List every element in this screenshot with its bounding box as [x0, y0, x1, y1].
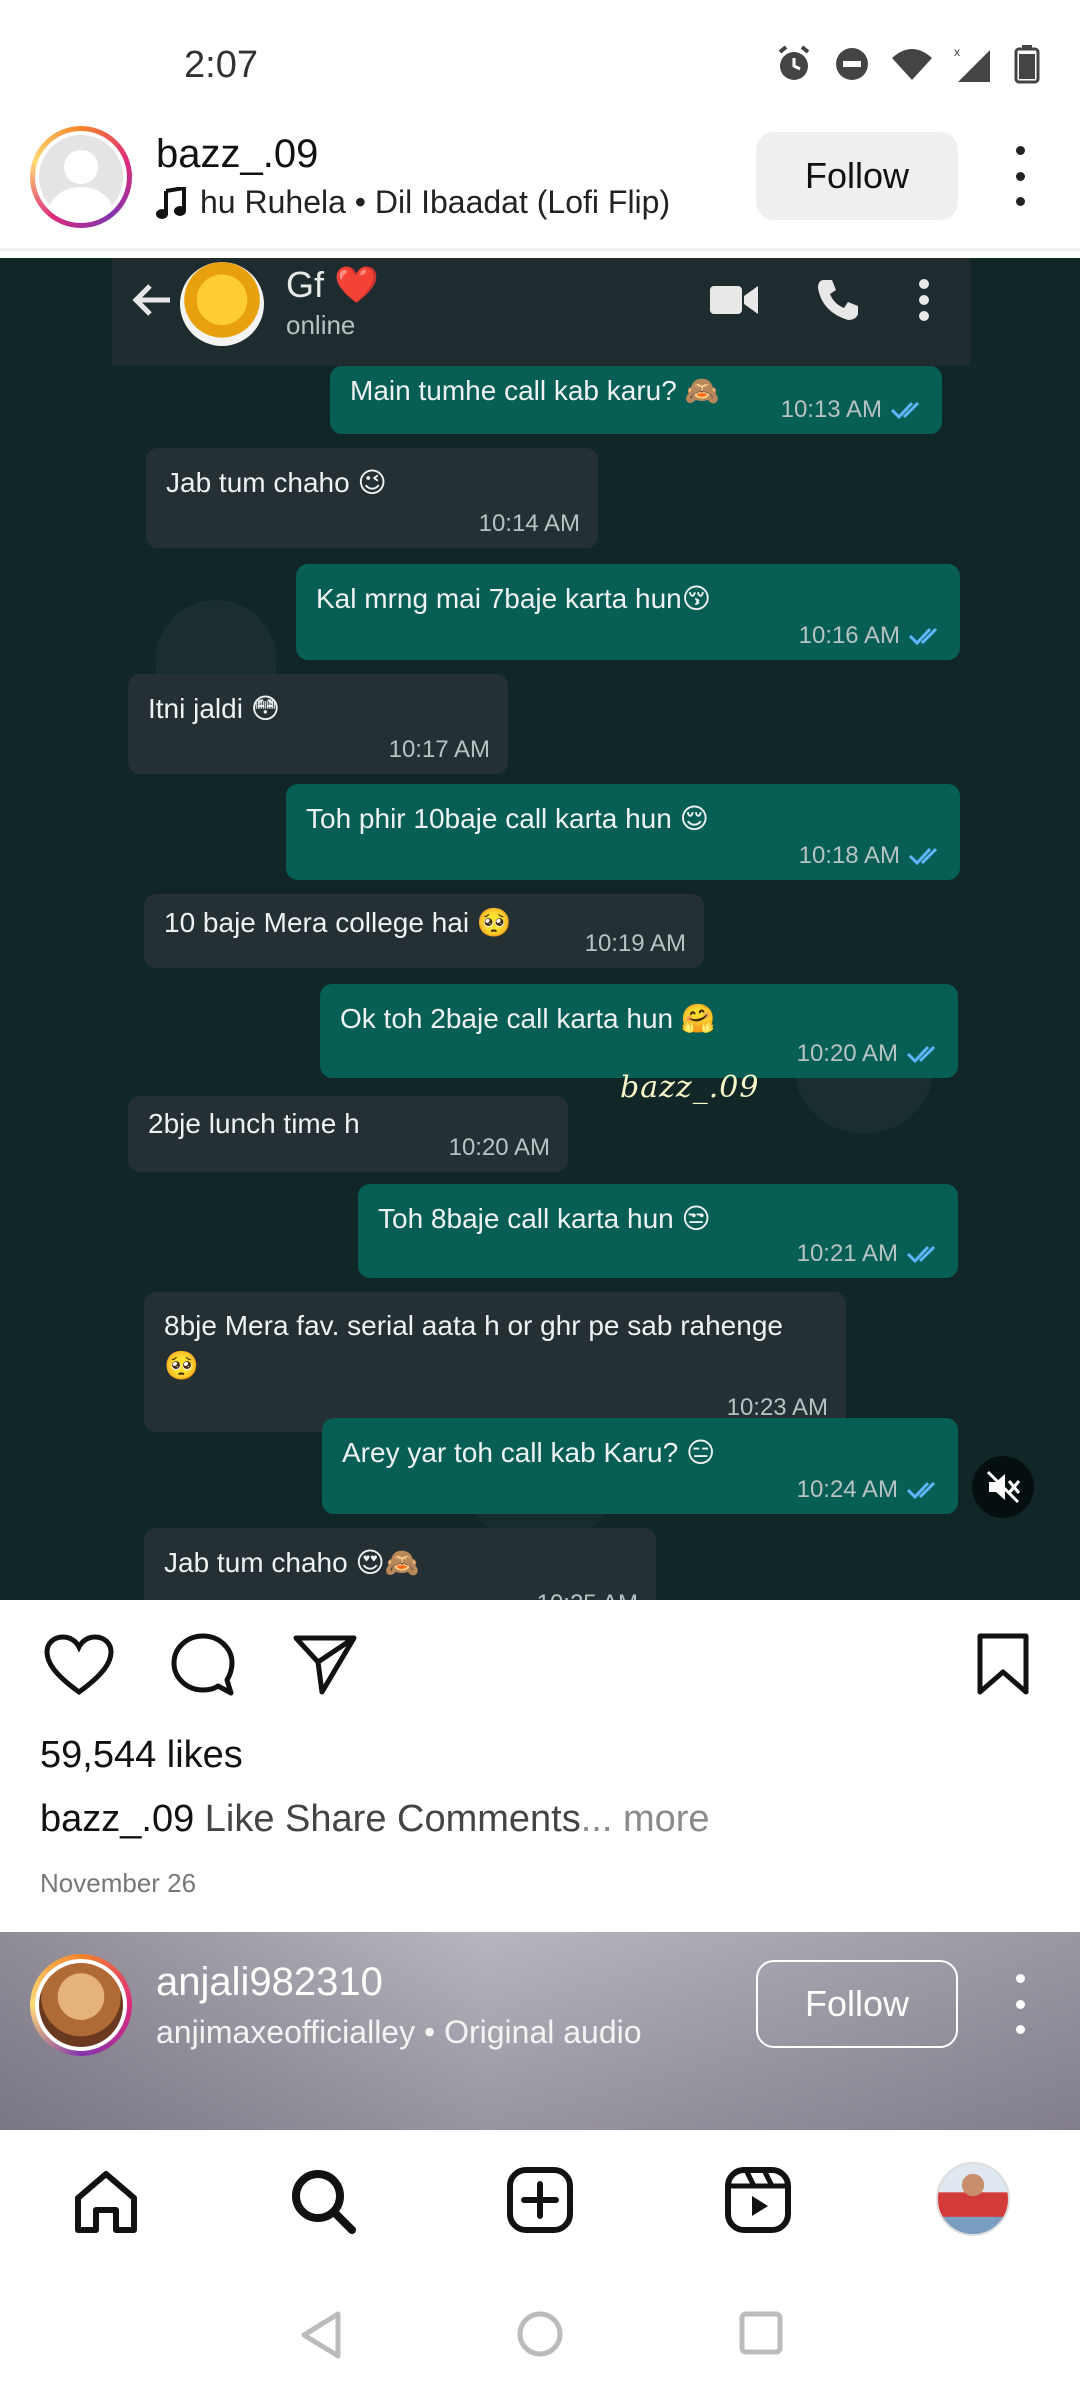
chat-message: 10 baje Mera college hai 🥺 10:19 AM — [144, 894, 704, 968]
next-post-audio[interactable]: anjimaxeofficialley • Original audio — [156, 2014, 642, 2051]
muted-speaker-icon — [986, 1470, 1021, 1504]
double-tick-icon — [908, 847, 938, 866]
post-header: bazz_.09 hu Ruhela • Dil Ibaadat (Lofi F… — [0, 120, 1080, 248]
dnd-icon — [836, 48, 868, 80]
back-nav-icon[interactable] — [298, 2310, 344, 2360]
double-tick-icon — [906, 1045, 936, 1064]
post-media[interactable]: Gf ❤️ online Main tumhe call kab karu? 🙈… — [0, 258, 1080, 1600]
create-post-icon[interactable] — [506, 2166, 574, 2234]
chat-message: 8bje Mera fav. serial aata h or ghr pe s… — [144, 1292, 846, 1432]
music-note-icon — [156, 186, 186, 219]
caption-text: Like Share Comments — [194, 1798, 581, 1840]
chat-contact-name: Gf ❤️ — [286, 264, 379, 305]
battery-icon — [1014, 45, 1040, 84]
post-date: November 26 — [40, 1868, 197, 1898]
share-send-icon[interactable] — [292, 1634, 358, 1696]
double-tick-icon — [906, 1245, 936, 1264]
chat-message: Kal mrng mai 7baje karta hun😚 10:16 AM — [296, 564, 960, 660]
mute-button[interactable] — [972, 1456, 1034, 1518]
home-icon[interactable] — [72, 2168, 140, 2236]
like-heart-icon[interactable] — [44, 1634, 114, 1696]
post-more-options-icon[interactable] — [1000, 146, 1040, 206]
post-username[interactable]: bazz_.09 — [156, 132, 318, 177]
chat-message: Ok toh 2baje call karta hun 🤗 10:20 AM — [320, 984, 958, 1078]
default-avatar-icon — [39, 135, 123, 219]
phone-icon — [818, 280, 858, 320]
chat-header: Gf ❤️ online — [112, 258, 970, 366]
chat-message: Jab tum chaho 😍🙈 10:25 AM — [144, 1528, 656, 1600]
next-post-avatar[interactable] — [30, 1954, 132, 2056]
bottom-nav — [0, 2130, 1080, 2270]
watermark: bazz_.09 — [620, 1070, 760, 1105]
likes-count[interactable]: 59,544 likes — [40, 1734, 243, 1777]
chat-contact-avatar — [180, 262, 264, 346]
next-post-username[interactable]: anjali982310 — [156, 1960, 383, 2005]
caption-more-link[interactable]: ... more — [581, 1798, 710, 1840]
post-caption[interactable]: bazz_.09 Like Share Comments... more — [40, 1798, 710, 1841]
back-arrow-icon — [132, 284, 170, 316]
status-icons: x — [774, 44, 1040, 84]
alarm-icon — [778, 45, 810, 80]
comment-icon[interactable] — [170, 1632, 236, 1698]
divider — [0, 248, 1080, 251]
double-tick-icon — [908, 627, 938, 646]
save-bookmark-icon[interactable] — [976, 1632, 1030, 1696]
status-bar: 2:07 x — [0, 0, 1080, 120]
home-nav-icon[interactable] — [516, 2310, 564, 2358]
signal-icon: x — [954, 45, 990, 82]
post-actions — [0, 1600, 1080, 1730]
post-audio[interactable]: hu Ruhela • Dil Ibaadat (Lofi Flip) — [156, 184, 670, 221]
next-post-follow-button[interactable]: Follow — [756, 1960, 958, 2048]
chat-message: Jab tum chaho 😉 10:14 AM — [146, 448, 598, 548]
double-tick-icon — [906, 1481, 936, 1500]
chat-message: Itni jaldi 😳 10:17 AM — [128, 674, 508, 774]
post-audio-label: hu Ruhela • Dil Ibaadat (Lofi Flip) — [200, 184, 671, 220]
chat-menu-icon — [919, 279, 929, 321]
reels-icon[interactable] — [724, 2166, 792, 2234]
author-avatar[interactable] — [30, 126, 132, 228]
svg-text:x: x — [954, 45, 960, 59]
chat-header-icons — [710, 278, 930, 322]
system-nav-bar — [0, 2270, 1080, 2400]
follow-button[interactable]: Follow — [756, 132, 958, 220]
caption-username[interactable]: bazz_.09 — [40, 1798, 194, 1840]
next-post-more-icon[interactable] — [1000, 1974, 1040, 2034]
chat-message: Toh 8baje call karta hun 😒 10:21 AM — [358, 1184, 958, 1278]
chat-message: Toh phir 10baje call karta hun 😌 10:18 A… — [286, 784, 960, 880]
profile-avatar[interactable] — [936, 2162, 1010, 2236]
search-icon[interactable] — [290, 2168, 356, 2234]
video-call-icon — [710, 286, 758, 314]
chat-message: 2bje lunch time h 10:20 AM — [128, 1096, 568, 1172]
recents-nav-icon[interactable] — [738, 2310, 784, 2356]
status-time: 2:07 — [184, 44, 258, 86]
chat-contact-status: online — [286, 310, 356, 340]
next-post-header: anjali982310 anjimaxeofficialley • Origi… — [0, 1932, 1080, 2130]
chat-message: Arey yar toh call kab Karu? 😑 10:24 AM — [322, 1418, 958, 1514]
chat-message: Main tumhe call kab karu? 🙈 10:13 AM — [330, 366, 942, 434]
wifi-icon — [892, 49, 932, 80]
double-tick-icon — [890, 401, 920, 420]
